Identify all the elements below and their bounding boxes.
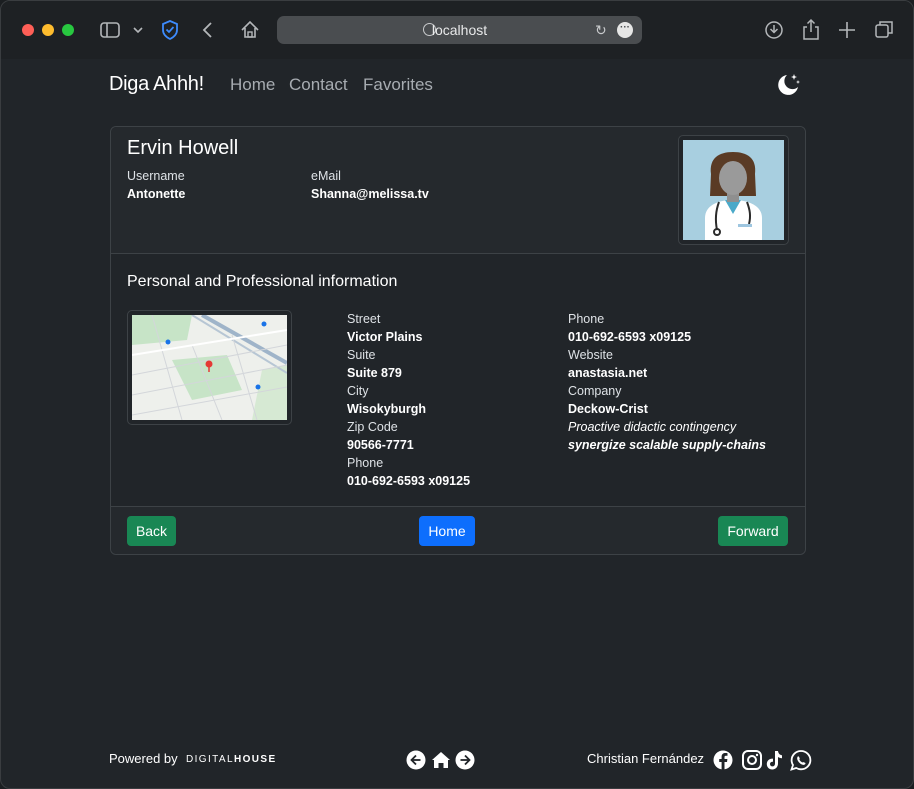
card-footer: Back Home Forward	[111, 506, 805, 554]
url-text[interactable]: localhost	[277, 16, 642, 44]
back-arrow-icon[interactable]	[199, 17, 217, 43]
close-window-button[interactable]	[22, 24, 34, 36]
whatsapp-icon[interactable]	[790, 750, 812, 771]
address-phone-label: Phone	[347, 456, 384, 470]
home-button[interactable]: Home	[419, 516, 475, 546]
company-value: Deckow-Crist	[568, 402, 648, 416]
user-detail-card: Ervin Howell Username Antonette eMail Sh…	[110, 126, 806, 555]
company-bs: synergize scalable supply-chains	[568, 438, 766, 452]
avatar	[678, 135, 789, 245]
suite-label: Suite	[347, 348, 376, 362]
tiktok-icon[interactable]	[766, 751, 782, 770]
user-name: Ervin Howell	[127, 137, 239, 159]
author-name: Christian Fernández	[587, 751, 705, 766]
more-options-icon[interactable]: ···	[617, 22, 633, 38]
logo-bold: HOUSE	[233, 754, 277, 765]
logo-light: DIGITAL	[186, 754, 234, 765]
location-map[interactable]	[127, 310, 292, 425]
nav-link-home[interactable]: Home	[230, 75, 275, 95]
back-button[interactable]: Back	[127, 516, 176, 546]
arrow-left-circle-icon[interactable]	[406, 750, 426, 770]
browser-window: localhost ↻ ··· Diga Ahhh! Home Contact …	[0, 0, 914, 789]
zip-value: 90566-7771	[347, 438, 414, 452]
shield-icon[interactable]	[159, 17, 181, 43]
arrow-right-circle-icon[interactable]	[455, 750, 475, 770]
city-value: Wisokyburgh	[347, 402, 427, 416]
forward-button[interactable]: Forward	[718, 516, 788, 546]
minimize-window-button[interactable]	[42, 24, 54, 36]
browser-toolbar: localhost ↻ ···	[1, 1, 913, 59]
phone-value: 010-692-6593 x09125	[568, 330, 692, 344]
website-value: anastasia.net	[568, 366, 648, 380]
digitalhouse-logo[interactable]: DIGITALHOUSE	[186, 754, 277, 765]
sidebar-icon[interactable]	[99, 17, 121, 43]
nav-link-contact[interactable]: Contact	[289, 75, 348, 95]
download-icon[interactable]	[763, 17, 785, 43]
map-image	[131, 313, 288, 421]
moon-stars-icon[interactable]	[775, 71, 801, 97]
email-label: eMail	[311, 169, 341, 183]
card-header: Ervin Howell Username Antonette eMail Sh…	[111, 127, 805, 254]
website-label: Website	[568, 348, 613, 362]
zip-label: Zip Code	[347, 420, 398, 434]
chevron-down-icon[interactable]	[131, 17, 145, 43]
street-value: Victor Plains	[347, 330, 423, 344]
company-label: Company	[568, 384, 622, 398]
nav-link-favorites[interactable]: Favorites	[363, 75, 433, 95]
reload-icon[interactable]: ↻	[595, 22, 607, 39]
tabs-icon[interactable]	[873, 17, 895, 43]
powered-by-text: Powered by	[109, 751, 178, 766]
footer-navigation	[406, 750, 475, 770]
section-title: Personal and Professional information	[127, 273, 398, 290]
company-catch-phrase: Proactive didactic contingency	[568, 420, 737, 434]
suite-value: Suite 879	[347, 366, 402, 380]
new-tab-icon[interactable]	[837, 17, 857, 43]
city-label: City	[347, 384, 369, 398]
share-icon[interactable]	[800, 17, 822, 43]
instagram-icon[interactable]	[742, 750, 762, 770]
address-bar[interactable]: localhost ↻ ···	[277, 16, 642, 44]
phone-label: Phone	[568, 312, 605, 326]
address-phone-value: 010-692-6593 x09125	[347, 474, 471, 488]
social-links	[713, 750, 812, 771]
navbar-brand[interactable]: Diga Ahhh!	[109, 73, 204, 96]
facebook-icon[interactable]	[713, 750, 733, 771]
email-value: Shanna@melissa.tv	[311, 187, 429, 201]
doctor-avatar-icon	[683, 140, 784, 240]
home-icon[interactable]	[239, 17, 261, 43]
street-label: Street	[347, 312, 381, 326]
username-label: Username	[127, 169, 185, 183]
zoom-window-button[interactable]	[62, 24, 74, 36]
house-icon[interactable]	[432, 752, 450, 768]
username-value: Antonette	[127, 187, 186, 201]
